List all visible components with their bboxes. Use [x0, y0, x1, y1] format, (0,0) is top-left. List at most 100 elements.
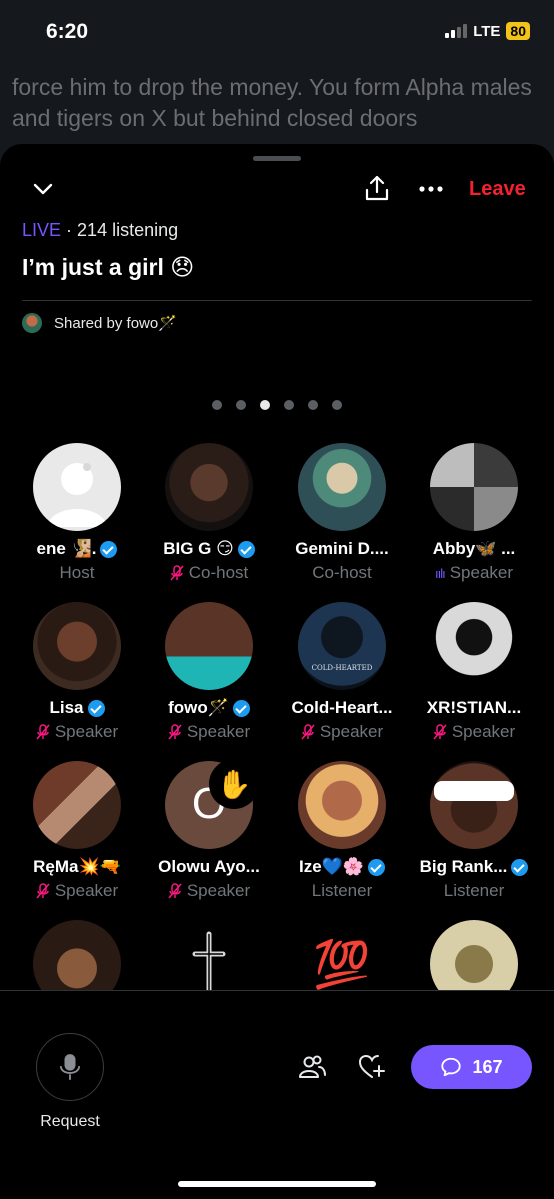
live-status: LIVE · 214 listening: [22, 220, 178, 241]
participant-name: Abby🦋 ...: [432, 539, 516, 558]
participant-role: Co-host: [188, 563, 249, 582]
mic-off-icon: [168, 883, 182, 899]
heart-plus-icon[interactable]: [358, 1054, 386, 1080]
verified-badge-icon: [511, 858, 529, 876]
verified-badge-icon: [100, 540, 118, 558]
participant-name: XR!STIAN...: [426, 698, 522, 717]
more-icon[interactable]: [418, 178, 444, 200]
participant-role: Listener: [443, 881, 505, 900]
status-time: 6:20: [46, 20, 89, 43]
live-label: LIVE: [22, 220, 62, 240]
mic-off-icon: [36, 883, 50, 899]
avatar: [430, 761, 518, 849]
participant-ene[interactable]: ene 🧏🏼. Host: [11, 443, 143, 583]
participant-name: Gemini D....: [295, 539, 389, 558]
participant-rema[interactable]: RęMa💥🔫 Speaker: [11, 761, 143, 901]
page-dot[interactable]: [236, 400, 246, 410]
microphone-icon: [59, 1054, 81, 1080]
participant-role: Speaker: [186, 881, 251, 900]
shared-by[interactable]: Shared by fowo🪄: [22, 313, 177, 333]
participant-fowo[interactable]: fowo🪄 Speaker: [143, 602, 275, 742]
people-icon[interactable]: [298, 1054, 326, 1080]
participant-abby[interactable]: Abby🦋 ... ıılı Speaker: [408, 443, 540, 583]
participant-big-rank[interactable]: Big Rank... Listener: [408, 761, 540, 901]
participant-name: ene 🧏🏼.: [36, 539, 97, 558]
participant-name: Olowu Ayo...: [158, 857, 260, 876]
page-dot[interactable]: [284, 400, 294, 410]
participant-big-g[interactable]: BIG G 😏 Co-host: [143, 443, 275, 583]
avatar: [33, 602, 121, 690]
chevron-down-icon[interactable]: [32, 178, 54, 200]
raised-hand-icon: ✋: [209, 759, 259, 809]
request-mic-button[interactable]: [36, 1033, 104, 1101]
participant-role: Co-host: [312, 563, 372, 582]
participant-xristian[interactable]: XR!STIAN... Speaker: [408, 602, 540, 742]
page-dot-active[interactable]: [260, 400, 270, 410]
avatar: [430, 602, 518, 690]
listener-count: · 214 listening: [66, 220, 179, 240]
participant-role: Host: [59, 563, 95, 582]
page-indicator: [212, 400, 342, 410]
participant-lisa[interactable]: Lisa Speaker: [11, 602, 143, 742]
leave-button[interactable]: Leave: [469, 178, 526, 201]
mic-off-icon: [301, 724, 315, 740]
sheet-drag-handle[interactable]: [253, 156, 301, 161]
participant-role: Listener: [311, 881, 373, 900]
avatar: [298, 761, 386, 849]
share-icon[interactable]: [364, 174, 390, 202]
request-label: Request: [40, 1113, 100, 1130]
participant-name: Big Rank...: [419, 857, 508, 876]
avatar: [33, 761, 121, 849]
sharer-avatar: [22, 313, 42, 333]
network-label: LTE: [473, 22, 501, 40]
bottom-divider: [0, 990, 554, 991]
avatar: [430, 443, 518, 531]
signal-icon: [445, 24, 468, 38]
participant-role: Speaker: [449, 563, 514, 582]
chat-bubble-icon: [441, 1057, 462, 1077]
mic-off-icon: [170, 565, 184, 581]
participant-name: Ize💙🌸: [298, 857, 364, 876]
participant-role: Speaker: [451, 722, 516, 741]
page-dot[interactable]: [308, 400, 318, 410]
title-divider: [22, 300, 532, 301]
mic-off-icon: [36, 724, 50, 740]
comment-count: 167: [472, 1056, 503, 1077]
verified-badge-icon: [232, 699, 250, 717]
battery-icon: 80: [506, 22, 530, 40]
participant-name: Lisa: [49, 698, 84, 717]
speaking-indicator-icon: ıılı: [434, 565, 446, 581]
avatar: COLD-HEARTED: [298, 602, 386, 690]
verified-badge-icon: [237, 540, 255, 558]
participant-name: Cold-Heart...: [291, 698, 393, 717]
page-dot[interactable]: [332, 400, 342, 410]
participant-gemini[interactable]: Gemini D.... Co-host: [276, 443, 408, 583]
mic-off-icon: [433, 724, 447, 740]
space-title: I’m just a girl 😞: [22, 254, 195, 280]
comments-button[interactable]: 167: [411, 1045, 532, 1089]
participant-olowu[interactable]: O ✋ Olowu Ayo... Speaker: [143, 759, 275, 901]
participant-ize[interactable]: Ize💙🌸 Listener: [276, 761, 408, 901]
avatar: [165, 443, 253, 531]
participant-name: fowo🪄: [168, 698, 229, 717]
mic-off-icon: [168, 724, 182, 740]
status-bar: 6:20 LTE 80: [0, 0, 554, 66]
participant-cold-hearted[interactable]: COLD-HEARTED Cold-Heart... Speaker: [276, 602, 408, 742]
home-indicator[interactable]: [178, 1181, 376, 1187]
participant-role: Speaker: [54, 722, 119, 741]
avatar-text: COLD-HEARTED: [311, 664, 373, 672]
verified-badge-icon: [368, 858, 385, 876]
page-dot[interactable]: [212, 400, 222, 410]
shared-by-label: Shared by fowo🪄: [54, 315, 177, 332]
avatar: [165, 602, 253, 690]
participant-role: Speaker: [54, 881, 119, 900]
participant-role: Speaker: [319, 722, 384, 741]
status-indicators: LTE 80: [445, 22, 530, 40]
verified-badge-icon: [87, 699, 105, 717]
participant-name: RęMa💥🔫: [33, 857, 121, 876]
participant-name: BIG G 😏: [163, 539, 234, 558]
avatar: [298, 443, 386, 531]
participant-role: Speaker: [186, 722, 251, 741]
avatar: [33, 443, 121, 531]
background-tweet-text: force him to drop the money. You form Al…: [12, 74, 532, 131]
